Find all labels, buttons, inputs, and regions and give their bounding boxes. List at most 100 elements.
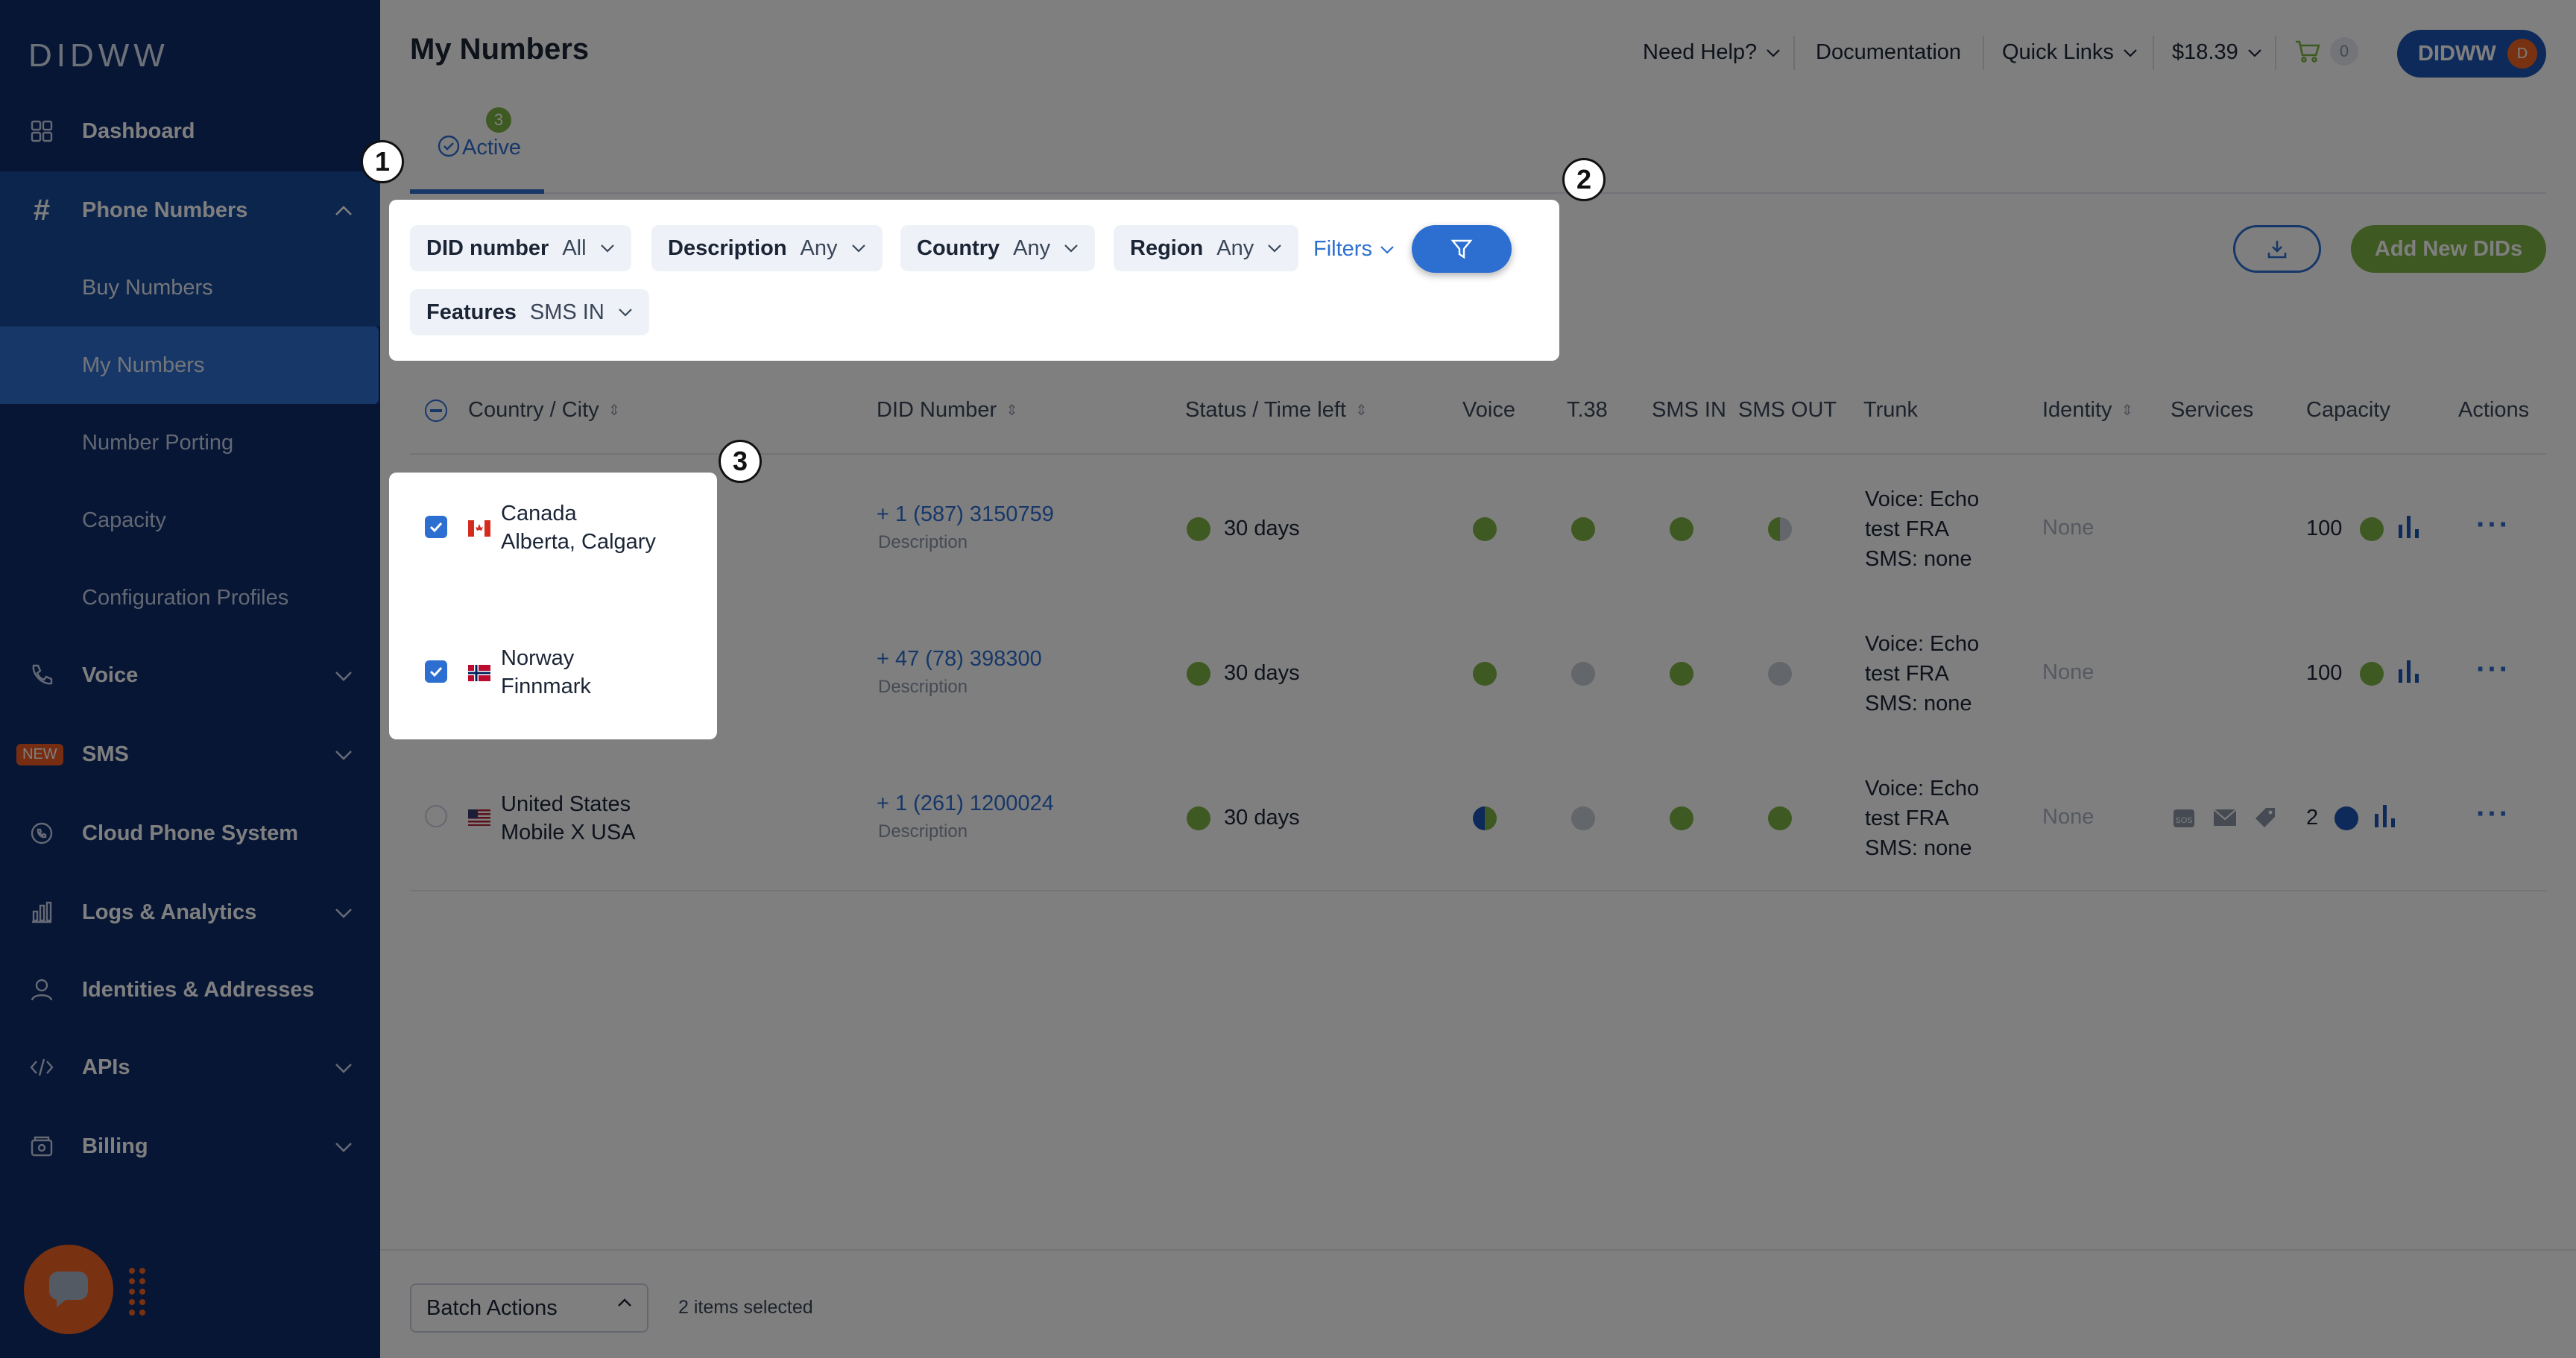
page-title: My Numbers xyxy=(410,33,590,66)
user-icon xyxy=(28,976,55,1003)
chat-widget-button[interactable] xyxy=(24,1245,113,1334)
column-header-identity[interactable]: Identity ⇕ xyxy=(2042,398,2133,423)
sidebar-item-number-porting[interactable]: Number Porting xyxy=(0,404,380,481)
row-checkbox[interactable] xyxy=(425,516,447,538)
divider xyxy=(1983,36,1984,70)
filters-toggle-link[interactable]: Filters xyxy=(1313,237,1395,262)
drag-handle-icon[interactable] xyxy=(128,1267,146,1316)
chevron-down-icon xyxy=(1064,244,1078,253)
column-header-status[interactable]: Status / Time left ⇕ xyxy=(1185,398,1368,423)
apply-filter-button[interactable] xyxy=(1412,225,1512,273)
documentation-link[interactable]: Documentation xyxy=(1816,40,1961,65)
quick-links-menu[interactable]: Quick Links xyxy=(2002,40,2138,65)
sidebar-item-label: Identities & Addresses xyxy=(82,977,315,1002)
filter-description[interactable]: Description Any xyxy=(651,225,883,271)
identity-value: None xyxy=(2042,805,2094,829)
city-name: Alberta, Calgary xyxy=(501,530,656,554)
need-help-menu[interactable]: Need Help? xyxy=(1643,40,1781,65)
filter-features[interactable]: Features SMS IN xyxy=(410,289,649,335)
filter-key: Features xyxy=(426,300,517,324)
sidebar-item-cloud-phone-system[interactable]: Cloud Phone System xyxy=(0,796,380,871)
filter-did-number[interactable]: DID number All xyxy=(410,225,631,271)
filter-icon xyxy=(1450,239,1473,259)
sidebar-item-buy-numbers[interactable]: Buy Numbers xyxy=(0,249,380,326)
did-description[interactable]: Description xyxy=(878,677,967,698)
sidebar-item-my-numbers[interactable]: My Numbers xyxy=(0,326,379,404)
did-number-link[interactable]: + 47 (78) 398300 xyxy=(877,647,1042,672)
filter-country[interactable]: Country Any xyxy=(900,225,1096,271)
filter-value: Any xyxy=(1013,236,1051,260)
did-number-link[interactable]: + 1 (587) 3150759 xyxy=(877,502,1054,527)
column-header-sms-out: SMS OUT xyxy=(1738,398,1837,423)
sidebar-item-label: Configuration Profiles xyxy=(82,585,289,610)
tab-active[interactable]: 3 Active xyxy=(410,104,544,194)
did-description[interactable]: Description xyxy=(878,821,967,842)
chevron-down-icon xyxy=(334,1055,353,1080)
balance-menu[interactable]: $18.39 xyxy=(2172,40,2262,65)
add-new-dids-button[interactable]: Add New DIDs xyxy=(2351,225,2546,273)
download-button[interactable] xyxy=(2233,225,2321,273)
filter-panel: DID number All Description Any Country A… xyxy=(389,200,1559,361)
trunk-voice: Voice: Echo xyxy=(1865,632,1980,656)
sidebar-item-phone-numbers[interactable]: # Phone Numbers xyxy=(0,171,380,249)
column-label: Country / City xyxy=(468,398,599,422)
sidebar-item-configuration-profiles[interactable]: Configuration Profiles xyxy=(0,559,380,637)
new-badge: NEW xyxy=(16,744,63,765)
chart-icon[interactable] xyxy=(2373,803,2397,829)
sidebar-item-label: APIs xyxy=(82,1055,130,1079)
chart-icon[interactable] xyxy=(2397,659,2421,684)
capacity-status-dot xyxy=(2360,517,2384,541)
column-header-sms-in: SMS IN xyxy=(1652,398,1726,423)
identity-value: None xyxy=(2042,516,2094,540)
filter-value: SMS IN xyxy=(529,300,604,324)
column-header-voice: Voice xyxy=(1462,398,1515,423)
chart-icon[interactable] xyxy=(2397,514,2421,540)
tab-label: Active xyxy=(462,136,521,160)
sidebar: DIDWW Dashboard # Phone Numbers Buy Numb… xyxy=(0,0,380,1358)
phone-icon xyxy=(28,662,55,689)
chevron-down-icon xyxy=(1767,48,1780,57)
need-help-label: Need Help? xyxy=(1643,40,1758,64)
row-actions-menu[interactable]: ··· xyxy=(2476,798,2510,831)
column-header-country-city[interactable]: Country / City ⇕ xyxy=(468,398,620,423)
sidebar-item-voice[interactable]: Voice xyxy=(0,638,380,713)
filters-link-label: Filters xyxy=(1313,237,1372,261)
did-number-link[interactable]: + 1 (261) 1200024 xyxy=(877,792,1054,816)
brand-logo[interactable]: DIDWW xyxy=(28,37,169,75)
sidebar-item-billing[interactable]: Billing xyxy=(0,1109,380,1184)
trunk-sms: SMS: none xyxy=(1865,836,1972,860)
chevron-down-icon xyxy=(851,244,865,253)
step-marker-2: 2 xyxy=(1562,158,1606,201)
sms-out-indicator xyxy=(1768,517,1792,541)
trunk-sms: SMS: none xyxy=(1865,692,1972,716)
user-menu-button[interactable]: DIDWW D xyxy=(2397,30,2546,78)
batch-actions-select[interactable]: Batch Actions xyxy=(410,1283,648,1333)
row-checkbox[interactable] xyxy=(425,805,447,827)
chevron-up-icon xyxy=(618,1298,631,1307)
filter-key: Region xyxy=(1130,236,1204,260)
sidebar-item-apis[interactable]: APIs xyxy=(0,1030,380,1105)
sidebar-item-identities-addresses[interactable]: Identities & Addresses xyxy=(0,953,380,1027)
sidebar-item-sms[interactable]: NEW SMS xyxy=(0,717,380,792)
chevron-down-icon xyxy=(2247,48,2261,57)
sidebar-item-capacity[interactable]: Capacity xyxy=(0,481,380,559)
sidebar-item-dashboard[interactable]: Dashboard xyxy=(0,94,380,168)
row-actions-menu[interactable]: ··· xyxy=(2476,508,2510,542)
column-header-did-number[interactable]: DID Number ⇕ xyxy=(877,398,1018,423)
status-dot xyxy=(1187,662,1210,686)
column-label: SMS OUT xyxy=(1738,398,1837,422)
filter-region[interactable]: Region Any xyxy=(1114,225,1299,271)
select-all-checkbox[interactable] xyxy=(425,399,447,422)
filter-value: All xyxy=(562,236,587,260)
check-icon xyxy=(429,666,443,678)
sidebar-item-logs-analytics[interactable]: Logs & Analytics xyxy=(0,875,380,950)
row-actions-menu[interactable]: ··· xyxy=(2476,653,2510,686)
capacity-value: 100 xyxy=(2306,661,2343,685)
cart-button[interactable]: 0 xyxy=(2294,37,2358,66)
wallet-icon xyxy=(28,1133,55,1160)
row-checkbox[interactable] xyxy=(425,660,447,683)
did-description[interactable]: Description xyxy=(878,532,967,553)
country-name: Norway xyxy=(501,646,575,670)
selection-count: 2 items selected xyxy=(678,1297,813,1318)
chevron-down-icon xyxy=(1380,245,1394,254)
